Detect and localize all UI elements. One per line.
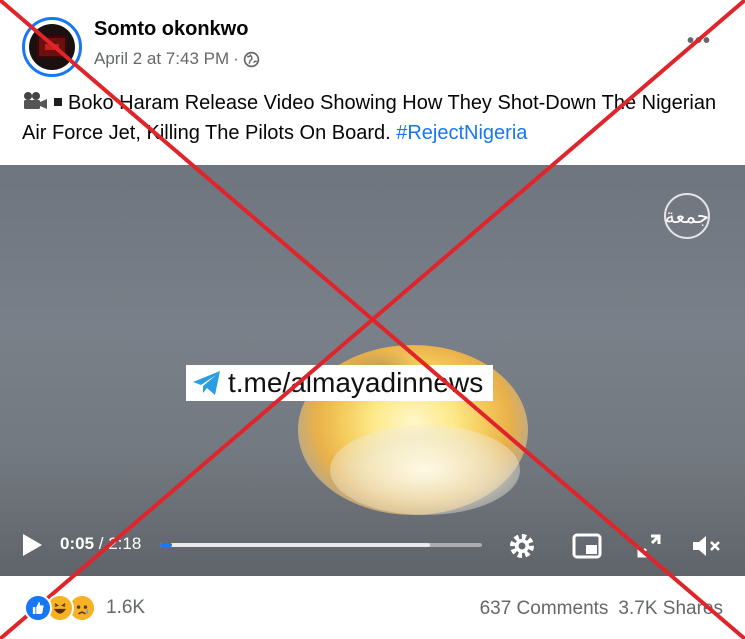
settings-gear-icon[interactable] [506,530,538,562]
progress-buffered [160,543,431,547]
channel-watermark: جمعة [664,193,710,239]
muted-volume-icon[interactable] [690,530,722,562]
engagement-bar: 1.6K 637 Comments 3.7K Shares [0,576,745,639]
more-options-button[interactable]: ••• [687,30,711,53]
reactions-summary[interactable]: 1.6K [24,594,145,622]
avatar-image [29,24,75,70]
time-display: 0:05 / 2:18 [60,534,141,554]
telegram-overlay: t.me/almayadinnews [186,365,494,401]
author-name[interactable]: Somto okonkwo [94,18,248,41]
meta-separator: · [233,49,239,68]
like-icon [24,594,52,622]
telegram-icon [193,371,220,395]
play-icon[interactable] [20,532,44,558]
post-timestamp[interactable]: April 2 at 7:43 PM [94,49,229,69]
video-player[interactable]: جمعة t.me/almayadinnews 0:05 / 2:18 [0,165,745,576]
post-body: Boko Haram Release Video Showing How The… [22,92,717,144]
post-stats: 637 Comments 3.7K Shares [480,598,723,620]
time-separator: / [94,534,109,553]
progress-played [160,543,172,547]
video-controls: 0:05 / 2:18 [0,520,745,576]
movie-camera-icon [24,92,47,109]
progress-bar[interactable] [160,543,482,547]
hashtag-link[interactable]: #RejectNigeria [396,122,527,144]
total-time: 2:18 [108,534,142,553]
post-text: Boko Haram Release Video Showing How The… [22,88,722,148]
fullscreen-icon[interactable] [633,530,665,562]
comments-link[interactable]: 637 Comments [480,598,609,620]
current-time: 0:05 [60,534,95,553]
avatar[interactable] [22,17,82,77]
telegram-link-text: t.me/almayadinnews [228,367,484,398]
reaction-count: 1.6K [106,597,146,618]
shares-link[interactable]: 3.7K Shares [618,598,723,620]
post-meta: April 2 at 7:43 PM · [94,49,260,69]
bullet-square-icon [54,98,62,106]
globe-icon[interactable] [243,51,260,68]
post-header: Somto okonkwo April 2 at 7:43 PM · ••• [0,0,745,88]
picture-in-picture-icon[interactable] [571,530,603,562]
